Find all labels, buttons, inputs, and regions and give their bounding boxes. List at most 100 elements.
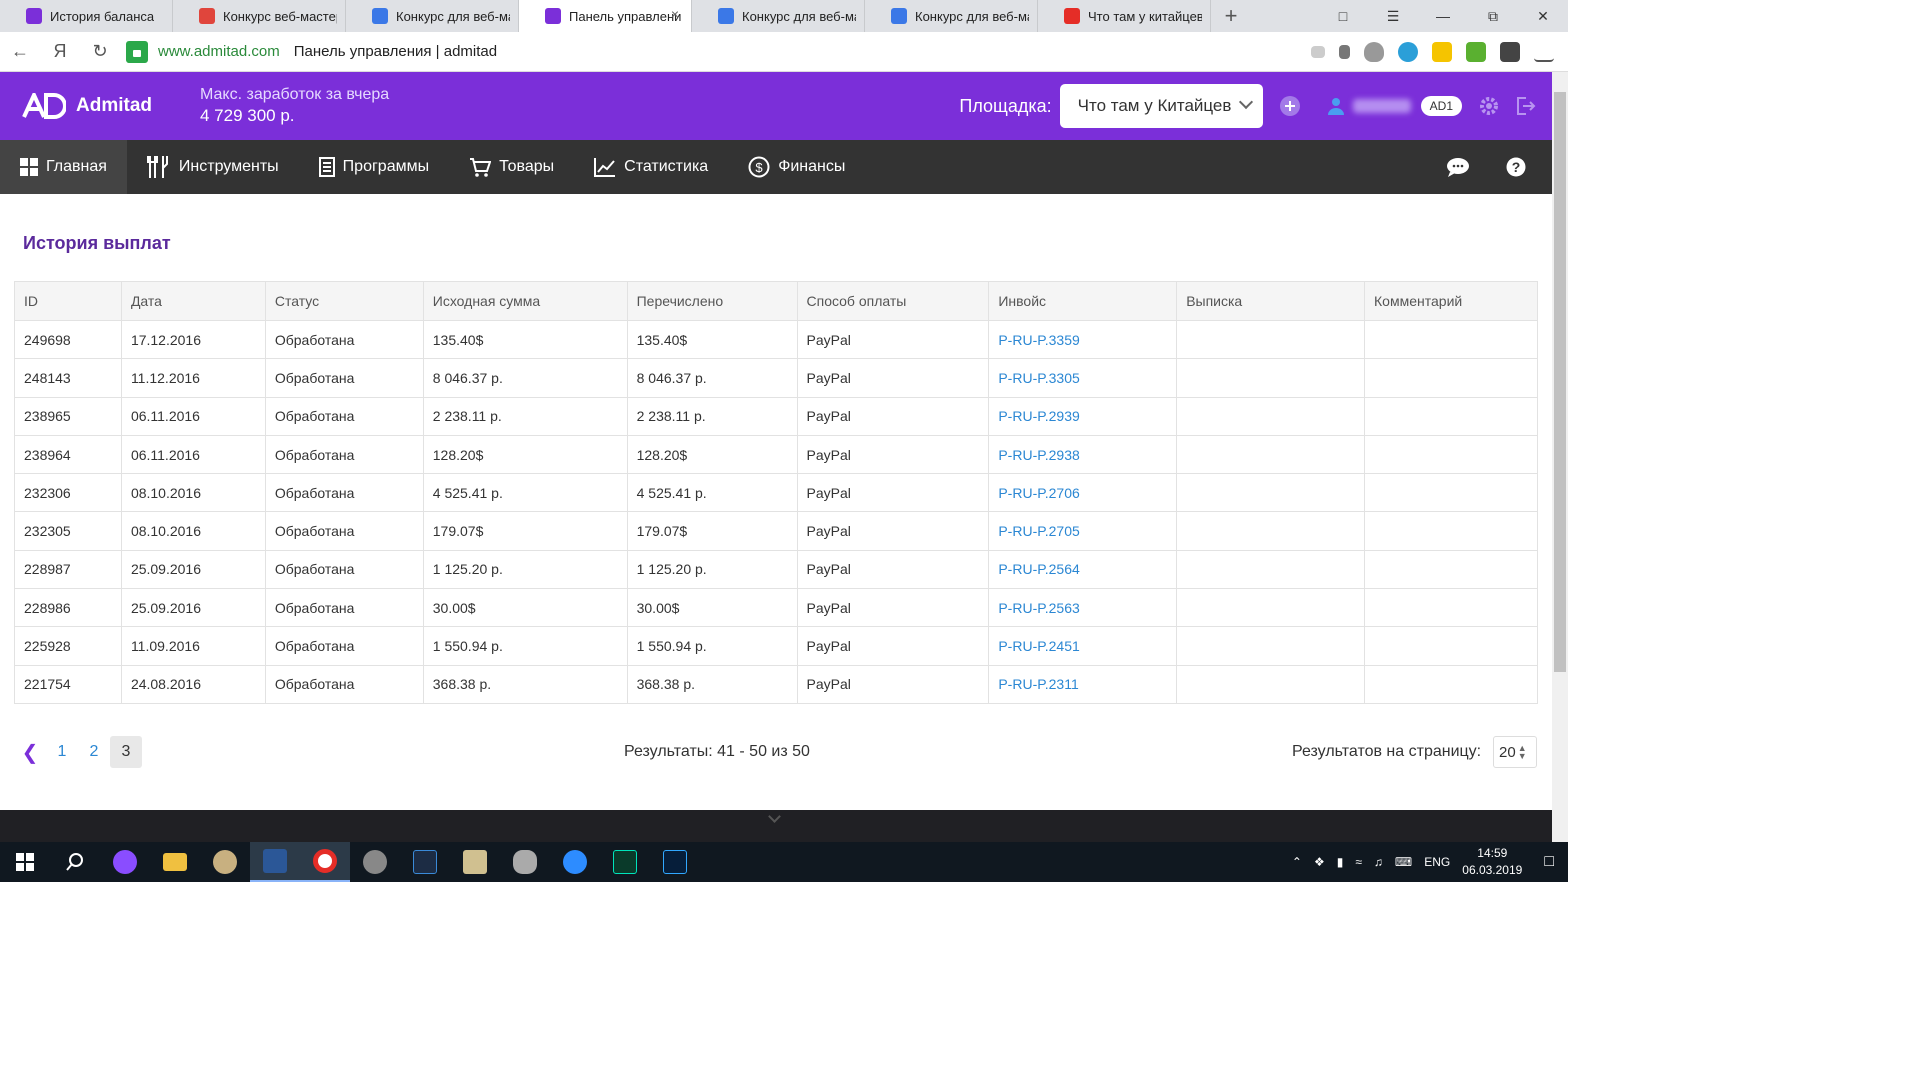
nav-item-programs[interactable]: Программы — [299, 140, 449, 194]
chat-icon[interactable] — [1446, 156, 1470, 178]
yandex-icon[interactable]: Я — [40, 41, 80, 62]
language-indicator[interactable]: ENG — [1424, 855, 1450, 869]
nav-item-products[interactable]: Товары — [449, 140, 574, 194]
invoice-link[interactable]: P-RU-P.2564 — [988, 549, 1178, 590]
nav-item-tools[interactable]: Инструменты — [127, 140, 299, 194]
reload-icon[interactable]: ↻ — [80, 41, 120, 62]
comment-icon[interactable] — [1311, 45, 1325, 58]
bookmarks-icon[interactable]: □ — [1318, 8, 1368, 24]
nav-item-finance[interactable]: $ Финансы — [728, 140, 865, 194]
logout-icon[interactable] — [1514, 95, 1536, 117]
add-platform-icon[interactable] — [1279, 95, 1301, 117]
browser-tab[interactable]: Конкурс для веб-мас — [692, 0, 865, 32]
column-header[interactable]: Перечислено — [626, 281, 798, 321]
column-header[interactable]: Статус — [264, 281, 424, 321]
notifications-icon[interactable]: □ — [1544, 853, 1554, 871]
account-badge[interactable]: AD1 — [1420, 96, 1462, 116]
invoice-link[interactable]: P-RU-P.3305 — [988, 358, 1178, 398]
url-title[interactable]: Панель управления | admitad — [294, 43, 497, 60]
scrollbar-thumb[interactable] — [1554, 92, 1566, 672]
platform-select[interactable]: Что там у Китайцев — [1059, 84, 1263, 128]
tab-label: Конкурс для веб-мас — [396, 8, 510, 24]
browser-tab[interactable]: Конкурс веб-мастеро — [173, 0, 346, 32]
browser-tab[interactable]: Что там у китайцев — [1038, 0, 1211, 32]
logo[interactable]: Admitad — [22, 93, 152, 119]
column-header[interactable]: Инвойс — [988, 281, 1178, 321]
invoice-link[interactable]: P-RU-P.2451 — [988, 626, 1178, 666]
invoice-link[interactable]: P-RU-P.2706 — [988, 473, 1178, 513]
taskbar-app-game[interactable] — [350, 842, 400, 882]
table-cell: PayPal — [796, 511, 990, 551]
keyboard-icon[interactable]: ⌨ — [1395, 855, 1412, 869]
browser-tab[interactable]: Панель управлени × — [519, 0, 692, 32]
new-tab-button[interactable]: + — [1211, 0, 1251, 32]
page-link[interactable]: 1 — [46, 736, 78, 768]
extension-icon[interactable] — [1432, 41, 1452, 62]
taskbar-app-audition[interactable] — [600, 842, 650, 882]
taskbar-app-explorer[interactable] — [150, 842, 200, 882]
invoice-link[interactable]: P-RU-P.2563 — [988, 588, 1178, 628]
column-header[interactable]: Исходная сумма — [422, 281, 628, 321]
per-page-select[interactable]: 20 ▲ ▼ — [1493, 736, 1537, 768]
close-tab-icon[interactable]: × — [671, 6, 679, 22]
chevron-down-icon[interactable] — [768, 810, 781, 823]
column-header[interactable]: Дата — [120, 281, 266, 321]
browser-tab[interactable]: Конкурс для веб-мас — [865, 0, 1038, 32]
battery-icon[interactable]: ▮ — [1337, 855, 1344, 869]
tab-label: История баланса — [50, 8, 155, 24]
start-button[interactable] — [0, 842, 50, 882]
back-icon[interactable]: ← — [0, 41, 40, 62]
page-link[interactable]: 2 — [78, 736, 110, 768]
taskbar-app-v[interactable] — [400, 842, 450, 882]
game-icon — [363, 850, 387, 874]
column-header[interactable]: Выписка — [1176, 281, 1366, 321]
search-button[interactable] — [50, 842, 100, 882]
minimize-icon[interactable]: — — [1418, 8, 1468, 24]
taskbar-app-cleaner[interactable] — [500, 842, 550, 882]
prev-page-icon[interactable]: ❮ — [14, 736, 46, 768]
clock[interactable]: 14:59 06.03.2019 — [1462, 845, 1522, 879]
settings-icon[interactable] — [1478, 95, 1500, 117]
tray-chevron-icon[interactable]: ⌃ — [1292, 855, 1302, 869]
invoice-link[interactable]: P-RU-P.2938 — [988, 434, 1178, 475]
nav-item-statistics[interactable]: Статистика — [574, 140, 728, 194]
taskbar-app-yandex[interactable] — [300, 842, 350, 882]
nav-item-home[interactable]: Главная — [0, 140, 127, 194]
column-header[interactable]: ID — [14, 281, 122, 321]
invoice-link[interactable]: P-RU-P.3359 — [988, 319, 1178, 360]
scrollbar[interactable] — [1552, 72, 1568, 842]
close-window-icon[interactable]: ✕ — [1518, 8, 1568, 25]
downloads-icon[interactable] — [1534, 42, 1554, 62]
invoice-link[interactable]: P-RU-P.2705 — [988, 511, 1178, 551]
table-cell: 1 125.20 р. — [626, 549, 798, 590]
volume-icon[interactable]: ♫ — [1374, 855, 1383, 869]
taskbar-app-word[interactable] — [250, 842, 300, 882]
help-icon[interactable]: ? — [1506, 157, 1526, 177]
url-host[interactable]: www.admitad.com — [158, 43, 280, 60]
wifi-icon[interactable]: ≈ — [1355, 855, 1362, 869]
lock-icon[interactable] — [126, 40, 148, 63]
bookmark-icon[interactable] — [1339, 44, 1350, 59]
admitad-extension-icon[interactable] — [1500, 41, 1520, 62]
menu-icon[interactable]: ☰ — [1368, 8, 1418, 25]
taskbar-app-paint[interactable] — [200, 842, 250, 882]
browser-tab[interactable]: Конкурс для веб-мас — [346, 0, 519, 32]
invoice-link[interactable]: P-RU-P.2939 — [988, 396, 1178, 436]
taskbar-app-zoom[interactable] — [550, 842, 600, 882]
taskbar-app-calc[interactable] — [450, 842, 500, 882]
extension-icon[interactable] — [1398, 41, 1418, 62]
download-extension-icon[interactable] — [1466, 41, 1486, 62]
restore-icon[interactable]: ⧉ — [1468, 8, 1518, 25]
page-link-current[interactable]: 3 — [110, 736, 142, 768]
username-blurred[interactable] — [1352, 99, 1411, 113]
browser-tab[interactable]: История баланса — [0, 0, 173, 32]
taskbar-app-photoshop[interactable] — [650, 842, 700, 882]
invoice-link[interactable]: P-RU-P.2311 — [988, 664, 1178, 704]
taskbar-app-alice[interactable] — [100, 842, 150, 882]
table-cell: Обработана — [264, 511, 424, 551]
dropbox-icon[interactable]: ❖ — [1314, 855, 1325, 869]
user-icon[interactable] — [1325, 95, 1347, 117]
column-header[interactable]: Комментарий — [1364, 281, 1538, 321]
shield-icon[interactable] — [1364, 41, 1384, 62]
column-header[interactable]: Способ оплаты — [796, 281, 990, 321]
